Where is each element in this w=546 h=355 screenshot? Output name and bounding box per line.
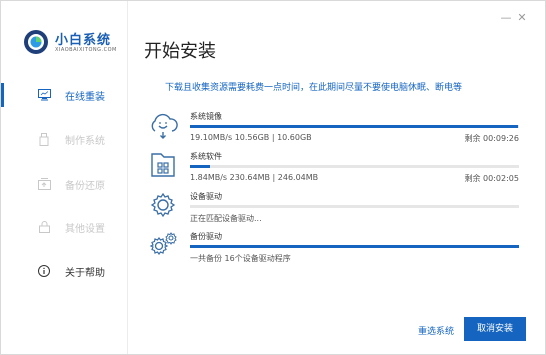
- task-system-image: 系统镜像 19.10MB/s 10.56GB | 10.60GB 剩余 00:0…: [147, 109, 519, 145]
- info-icon: [37, 264, 51, 278]
- notice-text: 下载且收集资源需要耗费一点时间，在此期间尽量不要使电脑休眠、断电等: [165, 83, 463, 93]
- app-domain: XIAOBAIXITONG.COM: [55, 47, 117, 53]
- task-name: 备份驱动: [190, 232, 222, 241]
- gears-icon: [149, 232, 177, 255]
- lock-icon: [37, 220, 51, 234]
- page-title: 开始安装: [144, 41, 216, 62]
- sidebar-item-about-help[interactable]: 关于帮助: [1, 251, 128, 291]
- progress-track: [190, 245, 519, 248]
- minimize-icon[interactable]: —: [500, 12, 512, 24]
- task-status: 19.10MB/s 10.56GB | 10.60GB: [190, 133, 312, 142]
- sidebar-item-label: 在线重装: [65, 91, 105, 103]
- close-icon[interactable]: ✕: [516, 12, 528, 24]
- progress-track: [190, 165, 519, 168]
- reselect-system-button[interactable]: 重选系统: [418, 324, 454, 337]
- task-name: 系统软件: [190, 152, 222, 161]
- monitor-icon: [37, 88, 51, 102]
- sidebar-item-other-settings[interactable]: 其他设置: [1, 207, 128, 247]
- usb-drive-icon: [37, 132, 51, 146]
- task-status: 正在匹配设备驱动...: [190, 214, 262, 223]
- task-name: 设备驱动: [190, 192, 222, 201]
- task-remaining: 剩余 00:02:05: [464, 174, 519, 183]
- sidebar: 小白系统 XIAOBAIXITONG.COM 在线重装 制作系统 备份还原 其他…: [1, 1, 128, 354]
- installer-window: — ✕ 小白系统 XIAOBAIXITONG.COM 在线重装 制作系统 备份还…: [0, 0, 546, 355]
- app-name: 小白系统: [55, 33, 112, 48]
- progress-fill: [190, 125, 518, 128]
- cancel-install-button[interactable]: 取消安装: [464, 317, 526, 341]
- gear-icon: [150, 192, 176, 218]
- task-backup-drivers: 备份驱动 一共备份 16个设备驱动程序: [147, 229, 519, 265]
- cloud-download-icon: [151, 113, 178, 139]
- progress-fill: [190, 245, 519, 248]
- progress-track: [190, 205, 519, 208]
- software-package-icon: [151, 153, 175, 177]
- task-system-software: 系统软件 1.84MB/s 230.64MB | 246.04MB 剩余 00:…: [147, 149, 519, 185]
- task-status: 1.84MB/s 230.64MB | 246.04MB: [190, 173, 319, 182]
- app-logo: 小白系统 XIAOBAIXITONG.COM: [23, 27, 127, 57]
- sidebar-item-label: 制作系统: [65, 135, 105, 147]
- sidebar-item-label: 关于帮助: [65, 267, 105, 279]
- sidebar-item-backup-restore[interactable]: 备份还原: [1, 164, 128, 204]
- sidebar-item-label: 其他设置: [65, 223, 105, 235]
- logo-icon: [24, 30, 48, 54]
- backup-icon: [37, 177, 51, 191]
- task-remaining: 剩余 00:09:26: [464, 134, 519, 143]
- sidebar-item-label: 备份还原: [65, 180, 105, 192]
- progress-fill: [190, 165, 210, 168]
- progress-track: [190, 125, 519, 128]
- task-status: 一共备份 16个设备驱动程序: [190, 254, 291, 263]
- sidebar-item-online-reinstall[interactable]: 在线重装: [1, 75, 128, 115]
- task-name: 系统镜像: [190, 112, 222, 121]
- sidebar-item-make-system[interactable]: 制作系统: [1, 119, 128, 159]
- task-device-drivers: 设备驱动 正在匹配设备驱动...: [147, 189, 519, 225]
